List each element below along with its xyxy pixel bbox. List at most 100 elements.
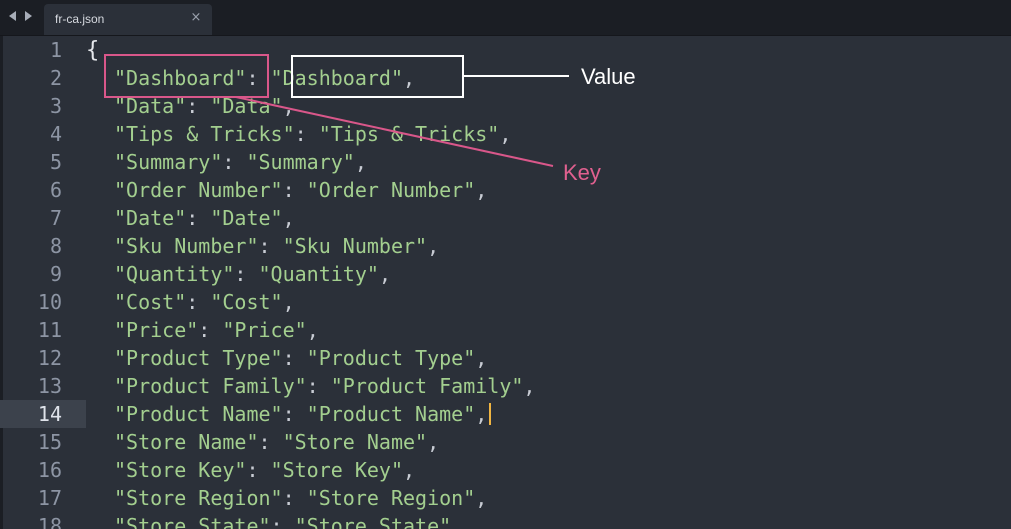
comma: ,: [475, 178, 488, 202]
colon-separator: :: [234, 262, 259, 286]
code-line: "Product Name": "Product Name",: [86, 400, 1011, 428]
code-line: "Date": "Date",: [86, 204, 1011, 232]
right-arrow-icon[interactable]: [22, 9, 34, 23]
json-value: "Sku Number": [282, 234, 428, 258]
tab-fr-ca-json[interactable]: fr-ca.json ×: [44, 4, 212, 35]
line-number: 16: [37, 458, 62, 482]
line-number: 1: [49, 38, 62, 62]
comma: ,: [354, 150, 367, 174]
line-number: 2: [49, 66, 62, 90]
line-number: 13: [37, 374, 62, 398]
json-key: "Summary": [114, 150, 223, 174]
colon-separator: :: [294, 122, 319, 146]
comma: ,: [475, 402, 488, 426]
comma: ,: [282, 206, 295, 230]
colon-separator: :: [186, 290, 211, 314]
json-value: "Store Name": [282, 430, 428, 454]
code-line: "Summary": "Summary",: [86, 148, 1011, 176]
json-key: "Cost": [114, 290, 187, 314]
comma: ,: [306, 318, 319, 342]
json-key: "Tips & Tricks": [114, 122, 295, 146]
json-value: "Order Number": [306, 178, 476, 202]
tab-bar: fr-ca.json ×: [0, 0, 1011, 36]
json-key: "Price": [114, 318, 199, 342]
line-number: 17: [37, 486, 62, 510]
line-number: 8: [49, 234, 62, 258]
open-brace: {: [86, 38, 100, 63]
colon-separator: :: [246, 458, 271, 482]
code-line: "Sku Number": "Sku Number",: [86, 232, 1011, 260]
code-area[interactable]: {"Dashboard": "Dashboard", "Data": "Data"…: [86, 36, 1011, 529]
line-number: 7: [49, 206, 62, 230]
left-arrow-icon[interactable]: [6, 9, 18, 23]
colon-separator: :: [282, 346, 307, 370]
json-key: "Product Name": [114, 402, 283, 426]
colon-separator: :: [306, 374, 331, 398]
comma: ,: [427, 430, 440, 454]
tab-navigation: [6, 9, 34, 23]
line-number: 14: [0, 400, 86, 428]
json-value: "Store Key": [270, 458, 403, 482]
line-number: 11: [37, 318, 62, 342]
line-number: 6: [49, 178, 62, 202]
json-value: "Tips & Tricks": [318, 122, 500, 146]
colon-separator: :: [270, 514, 295, 529]
json-value: "Summary": [246, 150, 355, 174]
line-number: 5: [49, 150, 62, 174]
code-line: "Store Key": "Store Key",: [86, 456, 1011, 484]
code-line: "Cost": "Cost",: [86, 288, 1011, 316]
json-value: "Product Family": [330, 374, 524, 398]
comma: ,: [451, 514, 464, 529]
colon-separator: :: [282, 178, 307, 202]
comma: ,: [427, 234, 440, 258]
close-icon[interactable]: ×: [189, 10, 203, 26]
code-line: "Product Type": "Product Type",: [86, 344, 1011, 372]
editor-window: fr-ca.json × 1 2 3 4 5 6 7 8 9 10 11 12 13 14 15 16 17 18…: [0, 0, 1011, 529]
code-line: "Store Region": "Store Region",: [86, 484, 1011, 512]
json-value: "Product Type": [306, 346, 476, 370]
colon-separator: :: [258, 430, 283, 454]
json-value: "Product Name": [306, 402, 476, 426]
tab-title: fr-ca.json: [55, 12, 105, 26]
colon-separator: :: [282, 486, 307, 510]
code-line: "Tips & Tricks": "Tips & Tricks",: [86, 120, 1011, 148]
json-key: "Store State": [114, 514, 271, 529]
comma: ,: [282, 290, 295, 314]
json-key: "Product Type": [114, 346, 283, 370]
json-key: "Store Key": [114, 458, 247, 482]
line-number: 9: [49, 262, 62, 286]
colon-separator: :: [222, 150, 247, 174]
json-value: "Store Region": [306, 486, 476, 510]
colon-separator: :: [282, 402, 307, 426]
colon-separator: :: [186, 206, 211, 230]
comma: ,: [499, 122, 512, 146]
comma: ,: [475, 486, 488, 510]
code-line: "Price": "Price",: [86, 316, 1011, 344]
colon-separator: :: [198, 318, 223, 342]
json-key: "Order Number": [114, 178, 283, 202]
json-key: "Store Region": [114, 486, 283, 510]
value-highlight-box: [291, 55, 464, 98]
value-annotation-label: Value: [581, 64, 636, 89]
key-highlight-box: [104, 54, 269, 98]
key-annotation-label: Key: [563, 160, 601, 185]
json-key: "Date": [114, 206, 187, 230]
json-key: "Store Name": [114, 430, 259, 454]
line-numbers: 1 2 3 4 5 6 7 8 9 10 11 12 13 14 15 16 17 18: [0, 36, 86, 529]
comma: ,: [475, 346, 488, 370]
json-value: "Date": [210, 206, 283, 230]
comma: ,: [378, 262, 391, 286]
code-line: "Quantity": "Quantity",: [86, 260, 1011, 288]
json-value: "Cost": [210, 290, 283, 314]
code-line: "Order Number": "Order Number",: [86, 176, 1011, 204]
line-number: 4: [49, 122, 62, 146]
comma: ,: [403, 458, 416, 482]
json-key: "Product Family": [114, 374, 307, 398]
json-value: "Quantity": [258, 262, 379, 286]
json-value: "Price": [222, 318, 307, 342]
code-line: "Store Name": "Store Name",: [86, 428, 1011, 456]
line-number: 3: [49, 94, 62, 118]
comma: ,: [523, 374, 536, 398]
line-number: 10: [37, 290, 62, 314]
line-number: 18: [37, 514, 62, 529]
